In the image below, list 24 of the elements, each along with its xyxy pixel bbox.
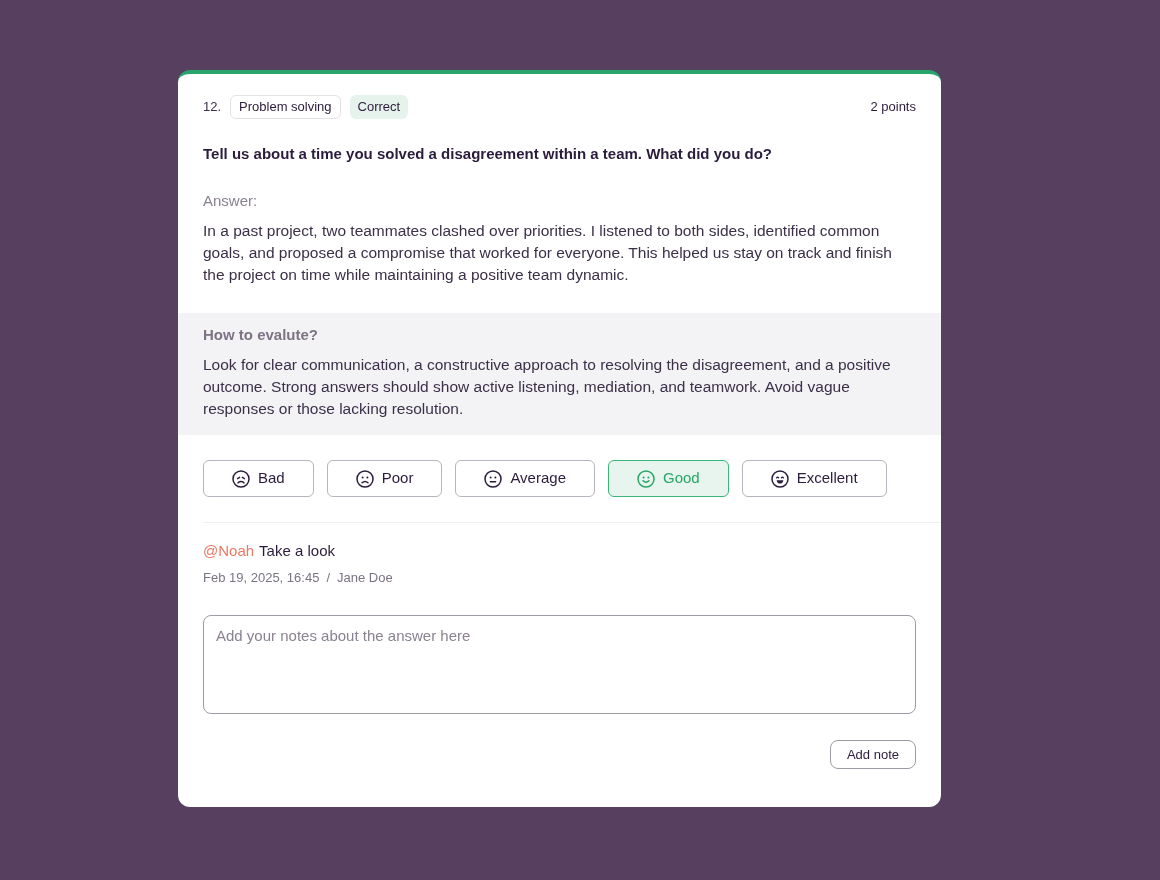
rating-button[interactable]: Excellent: [741, 460, 887, 497]
question-title: Tell us about a time you solved a disagreement within a team. What did you do?: [203, 144, 773, 164]
rating-button[interactable]: Bad: [203, 460, 314, 497]
category-tag: Problem solving: [230, 95, 341, 119]
status-tag: Correct: [349, 95, 409, 119]
add-note-button[interactable]: Add note: [829, 740, 916, 769]
rating-button[interactable]: Average: [455, 460, 595, 497]
answer-label: Answer:: [203, 191, 259, 211]
neutral-face-icon: [484, 469, 503, 488]
grinning-face-icon: [770, 469, 789, 488]
smiling-face-icon: [637, 469, 655, 488]
frowning-face-icon: [355, 469, 374, 488]
comment-text: Take a look: [259, 541, 335, 561]
answer-text: In a past project, two teammates clashed over priorities. I listened to both sides, identified common goals, and proposed a compromise that worked for everyone. This helped us stay on track and finish the project on time while maintaining a positive team dynamic.: [203, 221, 893, 285]
evaluation-text: Look for clear communication, a constructive approach to resolving the disagreement, and a positive outcome. Strong answers should show active listening, mediation, and teamwork. Avoid vague responses or those lacking resolution.: [203, 355, 892, 419]
question-number: 12.: [203, 98, 222, 117]
rating-button[interactable]: Poor: [326, 460, 443, 497]
notes-field[interactable]: Add your notes about the answer here: [203, 615, 916, 714]
evaluation-title: How to evalute?: [203, 325, 319, 345]
points-label: 2 points: [870, 98, 916, 117]
comment-date: Feb 19, 2025, 16:45: [203, 569, 320, 587]
sad-face-icon: [232, 469, 250, 488]
comment-author: Jane Doe: [337, 569, 393, 587]
separator-slash: /: [326, 569, 330, 587]
